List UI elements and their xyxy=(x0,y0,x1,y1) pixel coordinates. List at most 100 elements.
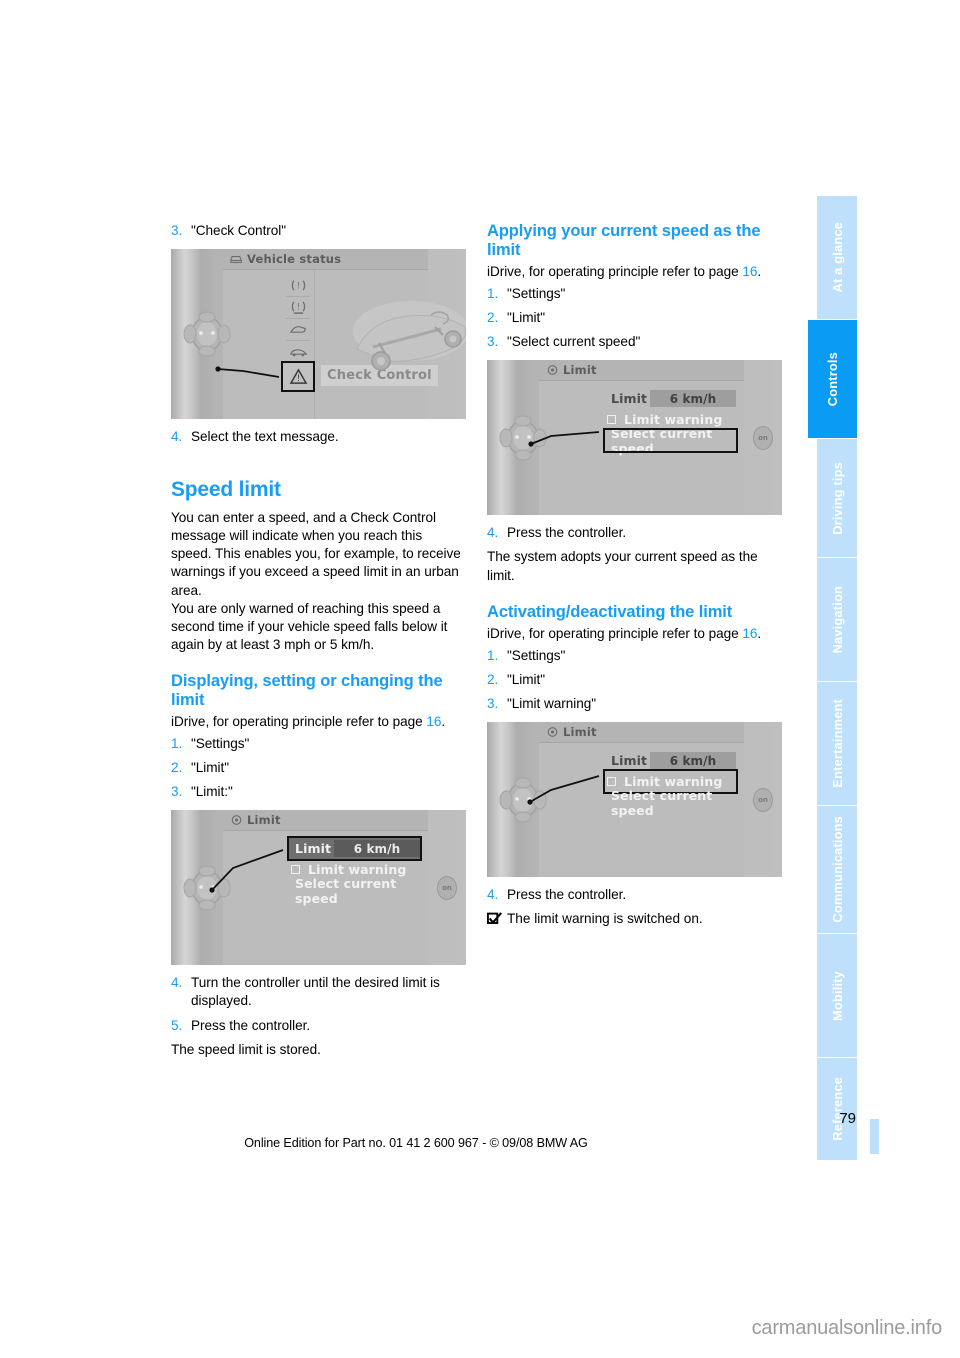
page-reference-link[interactable]: 16 xyxy=(426,714,441,729)
sidebar-item-communications[interactable]: Communications xyxy=(817,806,857,933)
vehicle-status-icon-column: ! ! xyxy=(286,275,310,364)
sidebar-item-label: Reference xyxy=(829,1077,845,1141)
step-number: 4. xyxy=(171,975,183,991)
menu-row-select-current-speed[interactable]: Select current speed xyxy=(289,876,420,906)
menu-row-limit[interactable]: Limit 6 km/h xyxy=(605,388,736,409)
idrive-controller-knob[interactable] xyxy=(495,772,551,828)
step-list-displaying: 1. "Settings" 2. "Limit" 3. "Limit:" xyxy=(171,735,466,801)
page-number: 79 xyxy=(839,1110,856,1127)
idrive-controller-knob[interactable] xyxy=(179,860,235,916)
display-title: Limit xyxy=(563,363,597,378)
list-item: 3. "Check Control" xyxy=(171,222,466,240)
list-item: 1. "Settings" xyxy=(171,735,466,753)
display-titlebar: Vehicle status xyxy=(223,249,428,271)
power-button-icon[interactable]: on xyxy=(753,425,773,450)
vehicle-illustration xyxy=(353,301,466,371)
idrive-screenshot-limit-row: Limit Limit 6 km/h Limit warning Select … xyxy=(171,810,466,966)
sidebar-item-controls[interactable]: Controls xyxy=(808,320,857,438)
step-label: "Check Control" xyxy=(191,223,287,238)
idrive-controller-knob[interactable] xyxy=(179,306,235,362)
page-reference-link[interactable]: 16 xyxy=(742,264,757,279)
checkbox-icon[interactable] xyxy=(607,415,616,425)
menu-row-select-current-speed[interactable]: Select current speed xyxy=(605,788,736,818)
sidebar-item-entertainment[interactable]: Entertainment xyxy=(817,682,857,805)
section-heading-displaying: Displaying, setting or changing the limi… xyxy=(171,671,443,709)
step-label: Press the controller. xyxy=(507,525,627,541)
step-number: 5. xyxy=(171,1017,183,1033)
list-item: 5. Press the controller. xyxy=(171,1017,466,1035)
list-item: 4. Press the controller. xyxy=(487,886,782,904)
section-heading-applying: Applying your current speed as the limit xyxy=(487,222,761,259)
step-label: "Limit" xyxy=(507,671,546,687)
list-item: 3. "Limit:" xyxy=(171,783,466,801)
idrive-note-text: iDrive, for operating principle refer to… xyxy=(487,264,743,279)
sidebar-item-label: Communications xyxy=(829,816,845,923)
power-button-icon[interactable]: on xyxy=(437,875,457,900)
idrive-reference-note-2: iDrive, for operating principle refer to… xyxy=(487,625,782,643)
display-titlebar: Limit xyxy=(223,810,428,832)
checkbox-icon[interactable] xyxy=(291,865,300,875)
menu-row-select-current-speed[interactable]: Select current speed xyxy=(603,426,738,456)
step-label: "Limit" xyxy=(191,760,230,776)
sidebar-item-label: Navigation xyxy=(829,585,845,654)
list-item: 2. "Limit" xyxy=(487,309,782,327)
menu-row-select-label: Select current speed xyxy=(611,425,713,456)
display-titlebar: Limit xyxy=(539,722,744,744)
list-item: 3. "Select current speed" xyxy=(487,333,782,351)
menu-row-limit[interactable]: Limit 6 km/h xyxy=(287,836,422,862)
page-reference-link[interactable]: 16 xyxy=(742,626,757,641)
menu-row-limit-label: Limit xyxy=(611,753,648,769)
limit-menu: Limit 6 km/h Limit warning Select curren… xyxy=(287,836,422,906)
sidebar-item-mobility[interactable]: Mobility xyxy=(817,934,857,1057)
idrive-controller-knob[interactable] xyxy=(495,410,551,466)
limit-value: 6 km/h xyxy=(650,752,736,770)
idrive-note-text: iDrive, for operating principle refer to… xyxy=(171,713,427,729)
step-label: "Select current speed" xyxy=(507,334,641,350)
gear-icon xyxy=(547,365,558,376)
sidebar-item-label: Driving tips xyxy=(829,461,845,535)
idrive-reference-note: iDrive, for operating principle refer to… xyxy=(487,263,782,281)
idrive-note-period: . xyxy=(757,264,762,279)
menu-row-limit[interactable]: Limit 6 km/h xyxy=(605,750,736,771)
list-item: 4. Press the controller. xyxy=(487,524,782,542)
idrive-screenshot-limit-warning: Limit Limit 6 km/h Limit warning Select … xyxy=(487,722,782,878)
step-number: 4. xyxy=(487,525,499,541)
svg-text:!: ! xyxy=(296,301,299,311)
tire-pressure-alt-icon[interactable]: ! xyxy=(286,297,310,320)
gear-icon xyxy=(547,727,558,737)
sidebar-item-at-a-glance[interactable]: At a glance xyxy=(817,196,857,319)
menu-row-select-label: Select current speed xyxy=(295,875,397,906)
right-column: Applying your current speed as the limit… xyxy=(487,222,782,928)
manual-page: 3. "Check Control" Vehicle status ! ! ! … xyxy=(0,0,960,1358)
tire-pressure-icon[interactable]: ! xyxy=(286,275,310,298)
power-button-icon[interactable]: on xyxy=(753,787,773,812)
sidebar-item-driving-tips[interactable]: Driving tips xyxy=(817,439,857,557)
list-item: 1. "Settings" xyxy=(487,285,782,303)
display-title: Vehicle status xyxy=(247,252,342,267)
engine-hood-icon[interactable] xyxy=(286,319,310,342)
step-label: "Limit:" xyxy=(191,784,233,800)
step-label: "Settings" xyxy=(507,286,566,302)
checkbox-icon[interactable] xyxy=(607,777,616,787)
step-number: 3. xyxy=(487,334,499,350)
page-title: Speed limit xyxy=(171,478,281,502)
step-number: 2. xyxy=(171,760,183,776)
idrive-note-text: iDrive, for operating principle refer to… xyxy=(487,625,743,641)
step-label: "Settings" xyxy=(507,647,566,663)
footer-edition-note: Online Edition for Part no. 01 41 2 600 … xyxy=(244,1136,588,1150)
sidebar-item-label: Controls xyxy=(825,351,840,407)
idrive-screenshot-vehicle-status: Vehicle status ! ! ! Check Control xyxy=(171,249,466,420)
limit-menu: Limit 6 km/h Limit warning Select curren… xyxy=(603,750,738,818)
gear-icon xyxy=(231,815,242,826)
warning-triangle-icon[interactable]: ! xyxy=(281,361,315,393)
svg-text:!: ! xyxy=(296,374,299,384)
list-item: 2. "Limit" xyxy=(487,671,782,689)
step-label: Press the controller. xyxy=(191,1017,311,1033)
list-item: 1. "Settings" xyxy=(487,647,782,665)
sidebar-item-navigation[interactable]: Navigation xyxy=(817,558,857,681)
status-note-label: The limit warning is switched on. xyxy=(507,911,703,927)
list-item: 4. Select the text message. xyxy=(171,428,466,446)
step-number: 2. xyxy=(487,671,499,687)
vehicle-side-icon[interactable] xyxy=(286,341,310,364)
idrive-note-period: . xyxy=(757,625,762,641)
